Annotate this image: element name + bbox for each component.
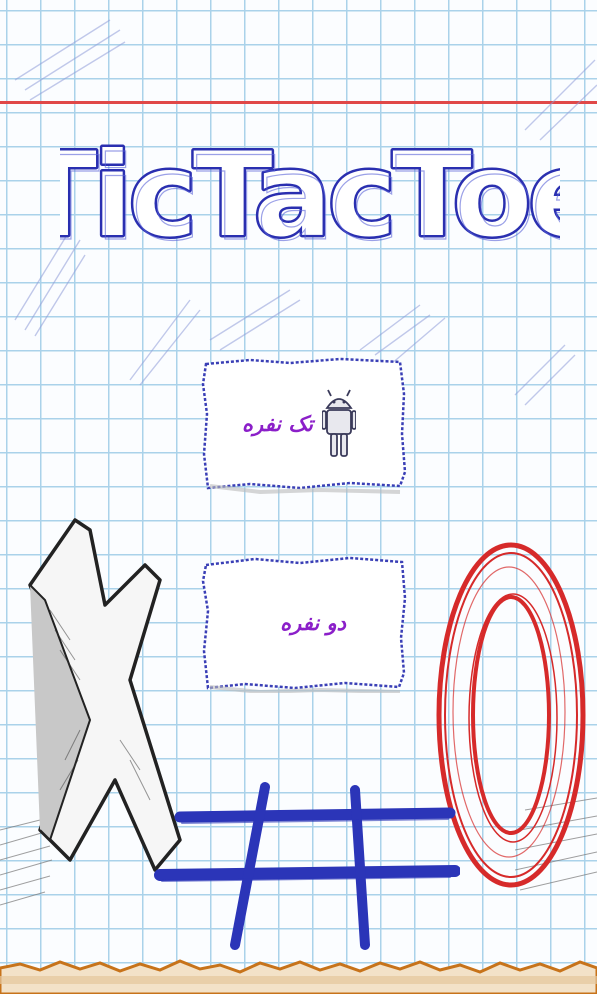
game-title-shadow: TicTacToe [60,132,560,267]
tictactoe-grid-icon [154,782,460,950]
two-player-label: دو نفره [280,611,346,635]
android-icon [322,389,356,457]
single-player-button[interactable]: تک نفره [200,354,408,494]
two-player-button[interactable]: دو نفره [200,553,408,693]
torn-paper-edge [0,959,597,994]
single-player-label: تک نفره [241,412,313,436]
game-title-logo: TicTacToe TicTacToe [15,110,597,300]
